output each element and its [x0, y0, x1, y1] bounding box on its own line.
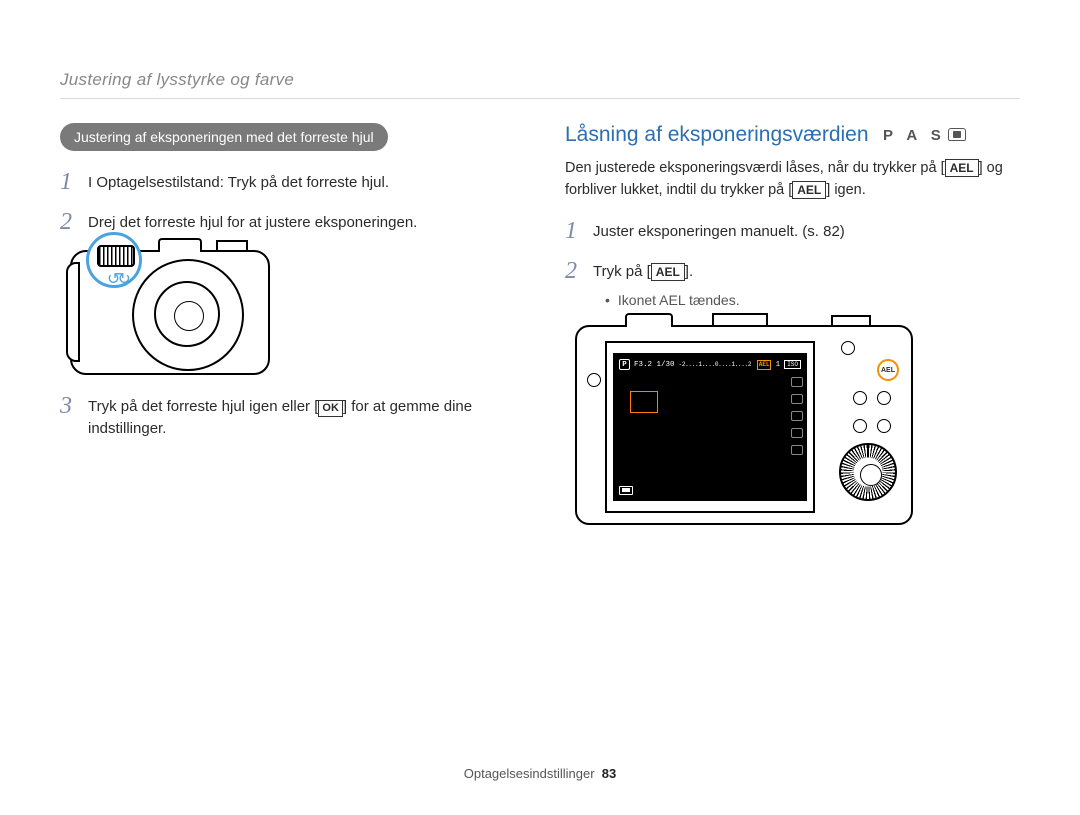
footer-section: Optagelsesindstillinger: [464, 766, 595, 781]
step-text: Juster eksponeringen manuelt. (s. 82): [593, 218, 1020, 244]
osd-battery-icon: [619, 486, 633, 495]
step-text: Tryk på det forreste hjul igen eller [OK…: [88, 393, 515, 441]
text: Tryk på det forreste hjul igen eller [: [88, 398, 318, 415]
step-1: 1 I Optagelsestilstand: Tryk på det forr…: [60, 169, 515, 195]
osd-icon: [791, 445, 803, 455]
right-column: Låsning af eksponeringsværdien P A S Den…: [565, 123, 1020, 525]
lead-paragraph: Den justerede eksponeringsværdi låses, n…: [565, 157, 1020, 202]
rear-control-wheel-icon: [839, 443, 897, 501]
step-text: Tryk på [AEL]. Ikonet AEL tændes.: [593, 258, 1020, 311]
osd-aperture-shutter: F3.2 1/30: [634, 361, 675, 369]
left-steps-cont: 3 Tryk på det forreste hjul igen eller […: [60, 393, 515, 441]
control-button-icon: [853, 391, 867, 405]
heading-row: Låsning af eksponeringsværdien P A S: [565, 123, 1020, 147]
step-number: 3: [60, 393, 78, 419]
ael-keycap-icon: AEL: [945, 159, 979, 177]
step-2: 2 Drej det forreste hjul for at justere …: [60, 209, 515, 235]
osd-top-bar: P F3.2 1/30 -2....1....0....1....2 AEL 1…: [619, 357, 801, 373]
left-steps: 1 I Optagelsestilstand: Tryk på det forr…: [60, 169, 515, 236]
step-number: 1: [565, 218, 583, 244]
content-columns: Justering af eksponeringen med det forre…: [60, 123, 1020, 525]
osd-icon: [791, 411, 803, 421]
control-button-icon: [841, 341, 855, 355]
camera-front-illustration: ↺↻: [70, 250, 270, 375]
page-number: 83: [602, 766, 616, 781]
ael-keycap-icon: AEL: [651, 263, 685, 281]
osd-icon: [791, 394, 803, 404]
ael-keycap-icon: AEL: [792, 181, 826, 199]
text: Tryk på [: [593, 263, 651, 280]
osd-iso-icon: ISO: [784, 360, 801, 369]
section-pill: Justering af eksponeringen med det forre…: [60, 123, 388, 151]
page-footer: Optagelsesindstillinger 83: [0, 766, 1080, 781]
left-column: Justering af eksponeringen med det forre…: [60, 123, 515, 525]
step-3: 3 Tryk på det forreste hjul igen eller […: [60, 393, 515, 441]
text: ] igen.: [826, 182, 866, 198]
ael-physical-button-icon: AEL: [877, 359, 899, 381]
step-1: 1 Juster eksponeringen manuelt. (s. 82): [565, 218, 1020, 244]
osd-icon: [791, 377, 803, 387]
lcd-screen: P F3.2 1/30 -2....1....0....1....2 AEL 1…: [605, 341, 815, 513]
divider: [60, 98, 1020, 99]
osd-focus-bracket-icon: [630, 391, 658, 413]
control-button-icon: [853, 419, 867, 433]
step-text: I Optagelsestilstand: Tryk på det forres…: [88, 169, 515, 195]
osd-icon: [791, 428, 803, 438]
text: Den justerede eksponeringsværdi låses, n…: [565, 160, 945, 176]
osd-counter: 1: [776, 361, 781, 369]
video-mode-icon: [948, 128, 966, 141]
mode-indicator: P A S: [883, 127, 966, 144]
step-number: 2: [60, 209, 78, 235]
ok-keycap-icon: OK: [318, 400, 343, 417]
step-number: 1: [60, 169, 78, 195]
control-button-icon: [877, 391, 891, 405]
sub-bullet: Ikonet AEL tændes.: [593, 290, 1020, 311]
mode-p-icon: P: [619, 359, 630, 370]
osd-ev-scale: -2....1....0....1....2: [679, 361, 752, 368]
text: ].: [685, 263, 693, 280]
rotate-arrows-icon: ↺↻: [107, 269, 128, 289]
section-heading: Låsning af eksponeringsværdien: [565, 123, 869, 146]
control-button-icon: [877, 419, 891, 433]
control-button-icon: [587, 373, 601, 387]
osd-right-icons: [791, 377, 803, 455]
step-number: 2: [565, 258, 583, 284]
camera-back-illustration: P F3.2 1/30 -2....1....0....1....2 AEL 1…: [575, 325, 913, 525]
breadcrumb: Justering af lysstyrke og farve: [60, 70, 1020, 90]
right-steps: 1 Juster eksponeringen manuelt. (s. 82) …: [565, 218, 1020, 311]
step-2: 2 Tryk på [AEL]. Ikonet AEL tændes.: [565, 258, 1020, 311]
osd-ael-indicator-icon: AEL: [757, 360, 771, 370]
step-text: Drej det forreste hjul for at justere ek…: [88, 209, 515, 235]
mode-letters: P A S: [883, 127, 946, 144]
front-wheel-icon: [97, 245, 135, 267]
front-wheel-highlight-icon: ↺↻: [86, 232, 142, 288]
